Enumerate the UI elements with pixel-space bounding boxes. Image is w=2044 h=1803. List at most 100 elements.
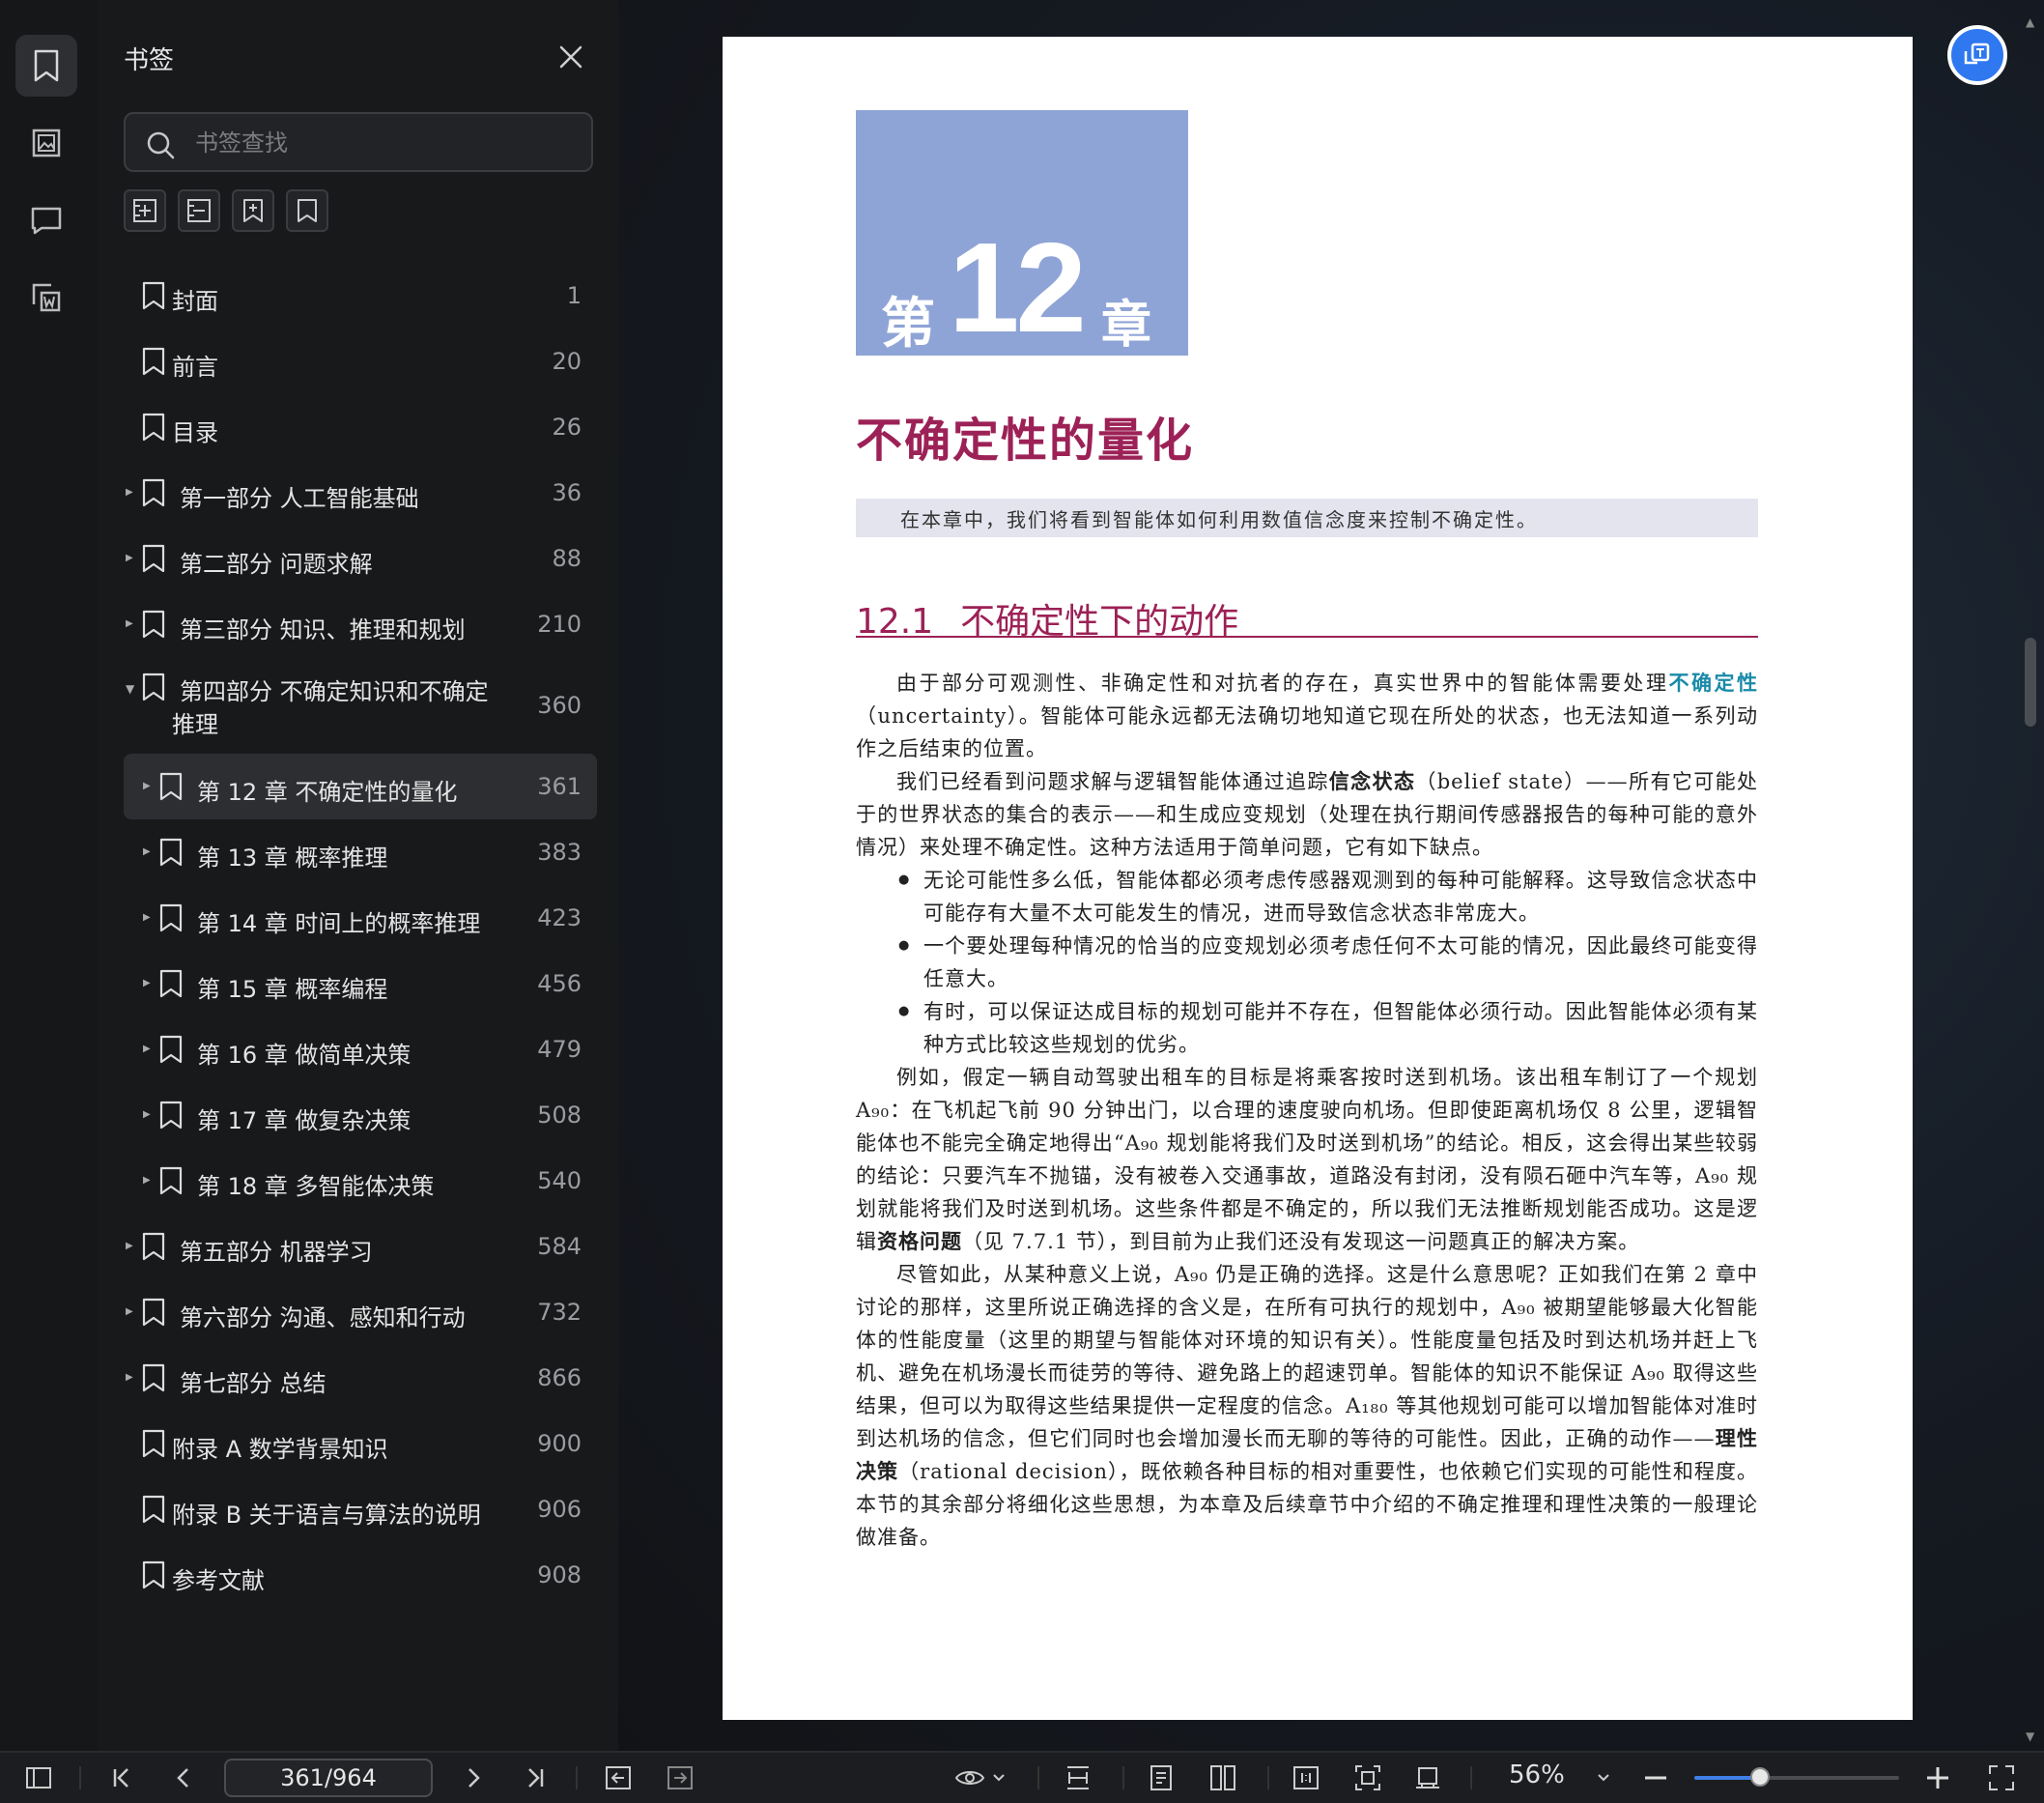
pdf-to-word-panel-button[interactable] (15, 267, 77, 329)
scroll-down-icon[interactable]: ▼ (2026, 1730, 2034, 1743)
bookmark-page-number: 908 (537, 1561, 582, 1588)
expand-all-button[interactable] (124, 189, 166, 232)
document-viewer[interactable]: 第 12 章 不确定性的量化 在本章中，我们将看到智能体如何利用数值信念度来控制… (618, 0, 2044, 1751)
view-mode-dropdown[interactable] (951, 1762, 1008, 1793)
caret-right-icon[interactable]: ▶ (126, 1371, 139, 1385)
go-forward-button[interactable] (665, 1762, 696, 1793)
toggle-sidebar-button[interactable] (23, 1762, 54, 1793)
caret-right-icon[interactable]: ▶ (143, 911, 156, 925)
section-title-text: 不确定性下的动作 (960, 602, 1239, 642)
first-page-button[interactable] (106, 1762, 137, 1793)
next-page-button[interactable] (458, 1762, 489, 1793)
comments-panel-button[interactable] (15, 189, 77, 251)
bookmark-page-number: 88 (552, 545, 582, 572)
bookmark-item[interactable]: ▶ 第三部分 知识、推理和规划 210 (124, 591, 597, 657)
caret-right-icon[interactable]: ▶ (143, 845, 156, 859)
bookmark-icon (141, 544, 166, 573)
zoom-dropdown[interactable] (1592, 1762, 1615, 1793)
term-link[interactable]: 不确定性 (1668, 671, 1758, 695)
go-back-button[interactable] (603, 1762, 634, 1793)
bookmark-item[interactable]: ▶ 第六部分 沟通、感知和行动 732 (124, 1279, 597, 1345)
bookmark-item[interactable]: ▶ 第二部分 问题求解 88 (124, 526, 597, 591)
bookmark-label: 第六部分 沟通、感知和行动 (180, 1304, 466, 1331)
caret-right-icon[interactable]: ▶ (143, 1108, 156, 1122)
close-icon[interactable] (556, 43, 585, 72)
bookmark-item[interactable]: ▶ 第一部分 人工智能基础 36 (124, 460, 597, 526)
fullscreen-button[interactable] (1986, 1762, 2017, 1793)
fit-page-button[interactable] (1352, 1762, 1383, 1793)
scroll-up-icon[interactable]: ▲ (2026, 15, 2034, 29)
bookmark-item[interactable]: ▼ 第四部分 不确定知识和不确定 推理 360 (124, 657, 597, 754)
bookmark-item[interactable]: 附录 A 数学背景知识 900 (124, 1411, 597, 1476)
bold-term: 信念状态 (1328, 769, 1416, 793)
chapter-banner: 第 12 章 (856, 110, 1188, 356)
rotate-icon (1414, 1764, 1441, 1791)
bookmark-item[interactable]: 封面 1 (124, 263, 597, 329)
bookmark-item[interactable]: ▶ 第七部分 总结 866 (124, 1345, 597, 1411)
bookmarks-panel-button[interactable] (15, 35, 77, 97)
bookmark-search-input[interactable] (193, 126, 574, 160)
bookmark-label: 第四部分 不确定知识和不确定 (180, 678, 489, 705)
actual-size-button[interactable] (1291, 1762, 1321, 1793)
caret-right-icon[interactable]: ▶ (126, 1305, 139, 1319)
rotate-button[interactable] (1412, 1762, 1443, 1793)
bookmark-item[interactable]: ▶ 第 14 章 时间上的概率推理 423 (124, 885, 597, 951)
caret-right-icon[interactable]: ▶ (126, 617, 139, 631)
thumbnails-panel-button[interactable] (15, 112, 77, 174)
double-page-button[interactable] (1207, 1762, 1238, 1793)
caret-right-icon[interactable]: ▶ (143, 977, 156, 990)
zoom-out-button[interactable] (1640, 1762, 1671, 1793)
fit-width-button[interactable] (1063, 1762, 1093, 1793)
bookmark-item[interactable]: ▶ 第 13 章 概率推理 383 (124, 819, 597, 885)
bookmark-page-number: 540 (537, 1167, 582, 1194)
bookmark-search[interactable] (124, 112, 593, 172)
translate-float-button[interactable] (1947, 25, 2007, 85)
bookmark-icon (158, 903, 184, 932)
caret-right-icon[interactable]: ▶ (126, 552, 139, 565)
caret-right-icon[interactable]: ▶ (143, 1174, 156, 1188)
bookmark-icon (141, 1429, 166, 1458)
single-page-button[interactable] (1146, 1762, 1177, 1793)
zoom-slider-handle[interactable] (1749, 1767, 1770, 1787)
sidebar-toggle-icon (25, 1766, 52, 1789)
bookmark-item[interactable]: ▶ 第 15 章 概率编程 456 (124, 951, 597, 1016)
bookmark-page-number: 508 (537, 1102, 582, 1129)
bookmark-item[interactable]: 附录 B 关于语言与算法的说明 906 (124, 1476, 597, 1542)
bookmark-item[interactable]: 前言 20 (124, 329, 597, 394)
bookmark-icon (158, 1101, 184, 1130)
bookmark-page-number: 360 (537, 692, 582, 719)
bookmark-icon (158, 772, 184, 801)
page-number-input[interactable]: 361/964 (224, 1759, 433, 1797)
zoom-level[interactable]: 56% (1509, 1760, 1565, 1789)
bookmark-item[interactable]: ▶ 第 18 章 多智能体决策 540 (124, 1148, 597, 1214)
last-page-button[interactable] (520, 1762, 551, 1793)
add-bookmark-button[interactable] (232, 189, 274, 232)
bookmark-label: 前言 (172, 354, 218, 381)
section-number: 12.1 (856, 602, 934, 642)
zoom-slider[interactable] (1694, 1767, 1899, 1787)
bookmark-icon (141, 281, 166, 310)
bookmark-item[interactable]: ▶ 第 12 章 不确定性的量化 361 (124, 754, 597, 819)
bookmark-icon (141, 673, 166, 701)
caret-right-icon[interactable]: ▶ (143, 780, 156, 793)
zoom-in-button[interactable] (1922, 1762, 1953, 1793)
paragraph: 由于部分可观测性、非确定性和对抗者的存在，真实世界中的智能体需要处理不确定性 （u… (856, 667, 1758, 765)
bookmark-item[interactable]: 目录 26 (124, 394, 597, 460)
bookmark-page-number: 732 (537, 1299, 582, 1326)
bookmark-item[interactable]: 参考文献 908 (124, 1542, 597, 1608)
previous-page-button[interactable] (168, 1762, 199, 1793)
caret-down-icon[interactable]: ▼ (126, 682, 139, 696)
image-icon (31, 128, 62, 158)
caret-right-icon[interactable]: ▶ (143, 1043, 156, 1056)
caret-right-icon[interactable]: ▶ (126, 486, 139, 500)
caret-right-icon[interactable]: ▶ (126, 1240, 139, 1253)
chevron-down-icon (1597, 1773, 1610, 1783)
collapse-all-button[interactable] (178, 189, 220, 232)
bookmark-item[interactable]: ▶ 第五部分 机器学习 584 (124, 1214, 597, 1279)
bookmark-button[interactable] (286, 189, 328, 232)
bookmark-item[interactable]: ▶ 第 17 章 做复杂决策 508 (124, 1082, 597, 1148)
text-run: （见 7.7.1 节），到目前为止我们还没有发现这一问题真正的解决方案。 (962, 1230, 1640, 1253)
chevron-left-icon (172, 1766, 195, 1789)
vertical-scrollbar[interactable] (2025, 638, 2036, 727)
bookmark-item[interactable]: ▶ 第 16 章 做简单决策 479 (124, 1016, 597, 1082)
